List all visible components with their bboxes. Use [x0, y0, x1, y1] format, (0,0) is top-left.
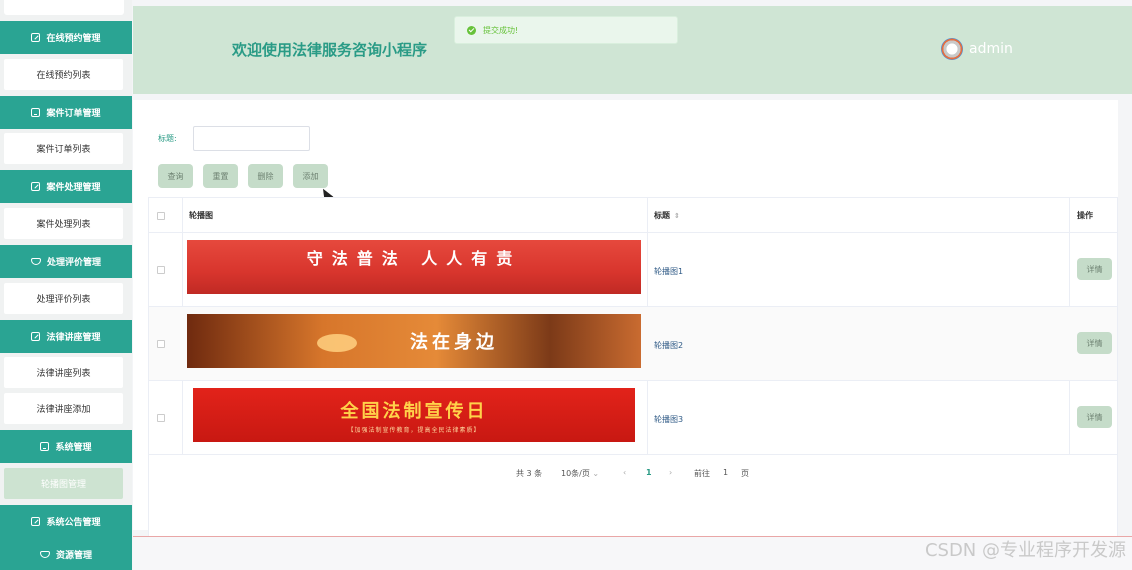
chevron-down-icon: ⌄ — [592, 469, 600, 478]
gem-icon — [30, 258, 41, 265]
sidebar-top-stub — [4, 0, 124, 15]
page-size-select[interactable]: 10条/页 ⌄ — [561, 468, 599, 479]
app-root: 在线预约管理 在线预约列表 案件订单管理 案件订单列表 案件处理管理 案件处理列… — [0, 0, 1132, 570]
row-checkbox[interactable] — [157, 266, 165, 274]
detail-button[interactable]: 详情 — [1077, 406, 1112, 428]
sidebar-group-label: 处理评价管理 — [46, 258, 101, 268]
carousel-table: 轮播图 标题 ⇕ 操作 守法普法 人人有责 轮播图1 详情 法在身边 轮播图2 … — [148, 197, 1118, 550]
sidebar-item-lecture-add[interactable]: 法律讲座添加 — [4, 393, 123, 424]
sidebar-group-system[interactable]: 系统管理 — [0, 430, 132, 463]
row-title: 轮播图1 — [654, 267, 684, 276]
sidebar-group-label: 在线预约管理 — [46, 34, 101, 44]
pagination-total: 共 3 条 — [516, 469, 543, 478]
gem-icon — [39, 551, 50, 558]
sidebar-item-carousel[interactable]: 轮播图管理 — [4, 468, 123, 499]
check-circle-icon — [467, 25, 476, 35]
title-search-input[interactable] — [193, 126, 310, 151]
sort-icon[interactable]: ⇕ — [674, 212, 680, 220]
goto-page-input[interactable]: 1 — [723, 468, 728, 477]
success-toast: 提交成功! — [454, 16, 678, 44]
avatar[interactable] — [941, 38, 963, 60]
sidebar-group-label: 系统管理 — [55, 443, 92, 453]
carousel-image: 法在身边 — [187, 314, 641, 368]
page-size-label: 10条/页 — [561, 469, 590, 478]
sidebar-item-label: 案件订单列表 — [36, 145, 91, 155]
banner-text: 全国法制宣传日 — [340, 400, 488, 422]
sidebar-group-label: 法律讲座管理 — [46, 333, 101, 343]
sidebar-item-evaluation-list[interactable]: 处理评价列表 — [4, 283, 123, 314]
column-header-title-label: 标题 — [654, 211, 670, 220]
pen-icon — [31, 182, 41, 191]
document-icon — [40, 442, 50, 451]
banner-text: 法在身边 — [410, 332, 498, 353]
sidebar-group-lectures[interactable]: 法律讲座管理 — [0, 320, 132, 353]
sidebar-item-case-order-list[interactable]: 案件订单列表 — [4, 133, 123, 164]
sidebar-item-case-handling-list[interactable]: 案件处理列表 — [4, 208, 123, 239]
sidebar-group-case-handling[interactable]: 案件处理管理 — [0, 170, 132, 203]
sidebar-item-label: 法律讲座添加 — [36, 405, 91, 415]
row-title: 轮播图3 — [654, 415, 684, 424]
page-number[interactable]: 1 — [646, 468, 652, 477]
goto-label: 前往 — [694, 469, 710, 478]
table-row: 法在身边 轮播图2 详情 — [149, 307, 1117, 381]
sidebar-item-lecture-list[interactable]: 法律讲座列表 — [4, 357, 123, 388]
sidebar-item-label: 案件处理列表 — [36, 220, 91, 230]
sidebar-group-label: 系统公告管理 — [46, 518, 101, 528]
sidebar-item-label: 法律讲座列表 — [36, 369, 91, 379]
table-header: 轮播图 标题 ⇕ 操作 — [149, 198, 1117, 233]
sidebar-group-resources[interactable]: 资源管理 — [0, 538, 132, 570]
detail-button[interactable]: 详情 — [1077, 258, 1112, 280]
pen-icon — [31, 33, 41, 42]
sidebar-group-label: 案件订单管理 — [46, 109, 101, 119]
column-header-image: 轮播图 — [189, 211, 213, 220]
prev-page-icon[interactable]: ‹ — [623, 468, 626, 477]
sidebar-group-label: 资源管理 — [55, 551, 92, 561]
column-header-title[interactable]: 标题 ⇕ — [654, 210, 680, 221]
sidebar-item-label: 轮播图管理 — [40, 480, 86, 490]
query-button[interactable]: 查询 — [158, 164, 193, 188]
table-row: 全国法制宣传日 【加强法制宣传教育，提高全民法律素质】 轮播图3 详情 — [149, 381, 1117, 455]
table-row: 守法普法 人人有责 轮播图1 详情 — [149, 233, 1117, 307]
column-header-actions: 操作 — [1077, 211, 1093, 220]
pen-icon — [31, 332, 41, 341]
banner-logo — [317, 334, 357, 352]
main-content: 标题: 查询 重置 删除 添加 轮播图 标题 ⇕ 操作 守法普法 人人有责 轮播… — [133, 94, 1132, 570]
sidebar-item-label: 在线预约列表 — [36, 71, 91, 81]
sidebar-group-label: 案件处理管理 — [46, 183, 101, 193]
detail-button[interactable]: 详情 — [1077, 332, 1112, 354]
page-title: 欢迎使用法律服务咨询小程序 — [232, 41, 428, 59]
sidebar-group-case-orders[interactable]: 案件订单管理 — [0, 96, 132, 129]
pen-icon — [31, 517, 41, 526]
username[interactable]: admin — [969, 41, 1013, 57]
content-panel: 标题: 查询 重置 删除 添加 轮播图 标题 ⇕ 操作 守法普法 人人有责 轮播… — [133, 100, 1118, 550]
add-button[interactable]: 添加 — [293, 164, 328, 188]
row-checkbox[interactable] — [157, 340, 165, 348]
goto-suffix: 页 — [741, 469, 749, 478]
sidebar-item-appointment-list[interactable]: 在线预约列表 — [4, 59, 123, 90]
sidebar-group-announcements[interactable]: 系统公告管理 — [0, 505, 132, 538]
next-page-icon[interactable]: › — [669, 468, 672, 477]
sidebar-item-label: 处理评价列表 — [36, 295, 91, 305]
row-checkbox[interactable] — [157, 414, 165, 422]
carousel-image: 全国法制宣传日 【加强法制宣传教育，提高全民法律素质】 — [193, 388, 635, 442]
watermark: CSDN @专业程序开发源 — [924, 540, 1126, 561]
banner-subtext: 【加强法制宣传教育，提高全民法律素质】 — [347, 426, 481, 434]
banner-text: 守法普法 人人有责 — [306, 249, 522, 268]
sidebar: 在线预约管理 在线预约列表 案件订单管理 案件订单列表 案件处理管理 案件处理列… — [0, 0, 132, 570]
sidebar-group-appointment[interactable]: 在线预约管理 — [0, 21, 132, 54]
user-menu[interactable]: admin — [941, 38, 1013, 60]
reset-button[interactable]: 重置 — [203, 164, 238, 188]
row-title: 轮播图2 — [654, 341, 684, 350]
toast-message: 提交成功! — [483, 25, 519, 35]
carousel-image: 守法普法 人人有责 — [187, 240, 641, 294]
delete-button[interactable]: 删除 — [248, 164, 283, 188]
search-label: 标题: — [158, 134, 177, 143]
select-all-checkbox[interactable] — [157, 212, 165, 220]
sidebar-group-evaluation[interactable]: 处理评价管理 — [0, 245, 132, 278]
document-icon — [31, 108, 41, 117]
